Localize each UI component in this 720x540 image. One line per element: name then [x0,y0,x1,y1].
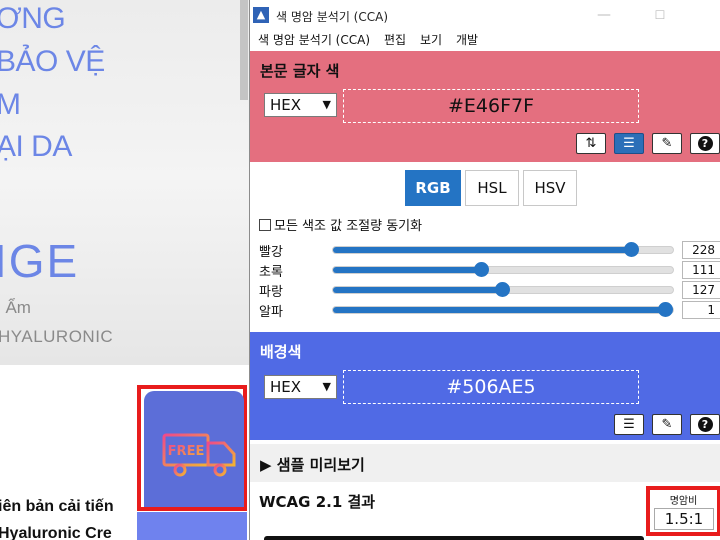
slider-thumb[interactable] [624,242,639,257]
cca-window: ▲ 색 명암 분석기 (CCA) — ☐ 색 명암 분석기 (CCA) 편집 보… [249,0,720,540]
background-picker-button[interactable]: ✎ [652,414,682,435]
background-web-page: ƠNG BẢO VỆ M ẠI DA IGE ı Ẩm HYALURONIC [0,0,250,540]
hero-product-name: IGE [0,235,80,287]
background-color-panel: 배경색 HEX ▼ #506AE5 ☰ ✎ ? [250,332,720,440]
chevron-down-icon: ▼ [322,98,331,111]
slider-fill [333,307,666,313]
hero-subtitle: ı Ẩm [0,298,31,317]
contrast-ratio-label: 명암비 [669,496,698,507]
slider-track[interactable] [332,282,674,297]
background-adjust-button[interactable]: ☰ [614,414,644,435]
tab-hsl[interactable]: HSL [465,170,519,206]
slider-label: 파랑 [259,285,283,300]
tab-rgb[interactable]: RGB [405,170,461,206]
triangle-right-icon: ▶ [260,456,272,474]
product-text: Hyaluronic Cre [0,525,112,540]
free-label: FREE [168,444,205,459]
foreground-title: 본문 글자 색 [260,62,340,80]
background-hex-input[interactable]: #506AE5 [343,370,639,404]
foreground-adjust-button[interactable]: ☰ [614,133,644,154]
slider-label: 빨강 [259,245,283,260]
foreground-picker-button[interactable]: ✎ [652,133,682,154]
menu-view[interactable]: 보기 [420,31,442,48]
foreground-color-panel: 본문 글자 색 HEX ▼ #E46F7F ⇅ ☰ ✎ ? [250,51,720,162]
promo-tile [137,512,247,540]
minimize-button[interactable]: — [594,6,614,24]
sliders-icon: ☰ [623,417,635,432]
format-value: HEX [270,96,302,114]
slider-track[interactable] [332,262,674,277]
slider-thumb[interactable] [474,262,489,277]
sample-preview-label: ▶ 샘플 미리보기 [260,454,365,475]
preview-text: 샘플 미리보기 [276,456,365,474]
slider-label: 알파 [259,305,283,320]
slider-fill [333,247,632,253]
contrast-ratio-value: 1.5:1 [654,508,714,530]
slider-track[interactable] [332,302,674,317]
title-bar[interactable]: ▲ 색 명암 분석기 (CCA) — ☐ [250,0,720,30]
tab-hsv[interactable]: HSV [523,170,577,206]
foreground-hex-input[interactable]: #E46F7F [343,89,639,123]
foreground-help-button[interactable]: ? [690,133,720,154]
hero-subtitle: HYALURONIC [0,327,114,346]
background-format-select[interactable]: HEX ▼ [264,375,337,399]
hero-line: BẢO VỆ [0,45,105,78]
results-bar [264,536,644,540]
wcag-results-title: WCAG 2.1 결과 [259,493,376,511]
app-icon: ▲ [253,7,269,23]
contrast-ratio-highlight: 명암비 1.5:1 [646,486,720,536]
background-title: 배경색 [260,343,302,361]
product-text: iên bản cải tiến [0,498,114,515]
menu-app[interactable]: 색 명암 분석기 (CCA) [258,31,370,48]
menu-edit[interactable]: 편집 [384,31,406,48]
background-help-button[interactable]: ? [690,414,720,435]
sync-checkbox[interactable] [259,219,271,231]
hero-banner: ƠNG BẢO VỆ M ẠI DA IGE ı Ẩm HYALURONIC [0,0,250,365]
free-delivery-truck-icon: FREE [152,433,236,477]
help-icon: ? [697,417,713,432]
slider-fill [333,287,503,293]
hero-line: M [0,88,21,121]
foreground-format-select[interactable]: HEX ▼ [264,93,337,117]
slider-value-input[interactable]: 228 [682,241,720,259]
free-shipping-highlight[interactable]: FREE [137,385,247,511]
eyedropper-icon: ✎ [661,417,673,432]
swap-colors-button[interactable]: ⇅ [576,133,606,154]
hero-line: ƠNG [0,2,66,35]
hero-line: ẠI DA [0,130,72,163]
format-value: HEX [270,378,302,396]
slider-value-input[interactable]: 127 [682,281,720,299]
maximize-button[interactable]: ☐ [650,6,670,24]
sample-preview-toggle[interactable]: ▶ 샘플 미리보기 [250,444,720,482]
screen: ƠNG BẢO VỆ M ẠI DA IGE ı Ẩm HYALURONIC [0,0,720,540]
page-scrollbar[interactable] [240,0,248,100]
slider-value-input[interactable]: 111 [682,261,720,279]
free-shipping-tile[interactable]: FREE [144,391,244,507]
slider-value-input[interactable]: 1 [682,301,720,319]
slider-fill [333,267,482,273]
chevron-down-icon: ▼ [322,380,331,393]
window-title: 색 명암 분석기 (CCA) [276,10,389,24]
eyedropper-icon: ✎ [661,136,673,151]
slider-thumb[interactable] [495,282,510,297]
sliders-icon: ☰ [623,136,635,151]
slider-thumb[interactable] [658,302,673,317]
menu-develop[interactable]: 개발 [456,31,478,48]
menu-bar: 색 명암 분석기 (CCA) 편집 보기 개발 [250,28,720,50]
slider-track[interactable] [332,242,674,257]
help-icon: ? [697,136,713,151]
swap-icon: ⇅ [585,136,597,151]
sync-label: 모든 색조 값 조절량 동기화 [274,219,423,234]
sync-option[interactable]: 모든 색조 값 조절량 동기화 [259,215,422,234]
slider-label: 초록 [259,265,283,280]
